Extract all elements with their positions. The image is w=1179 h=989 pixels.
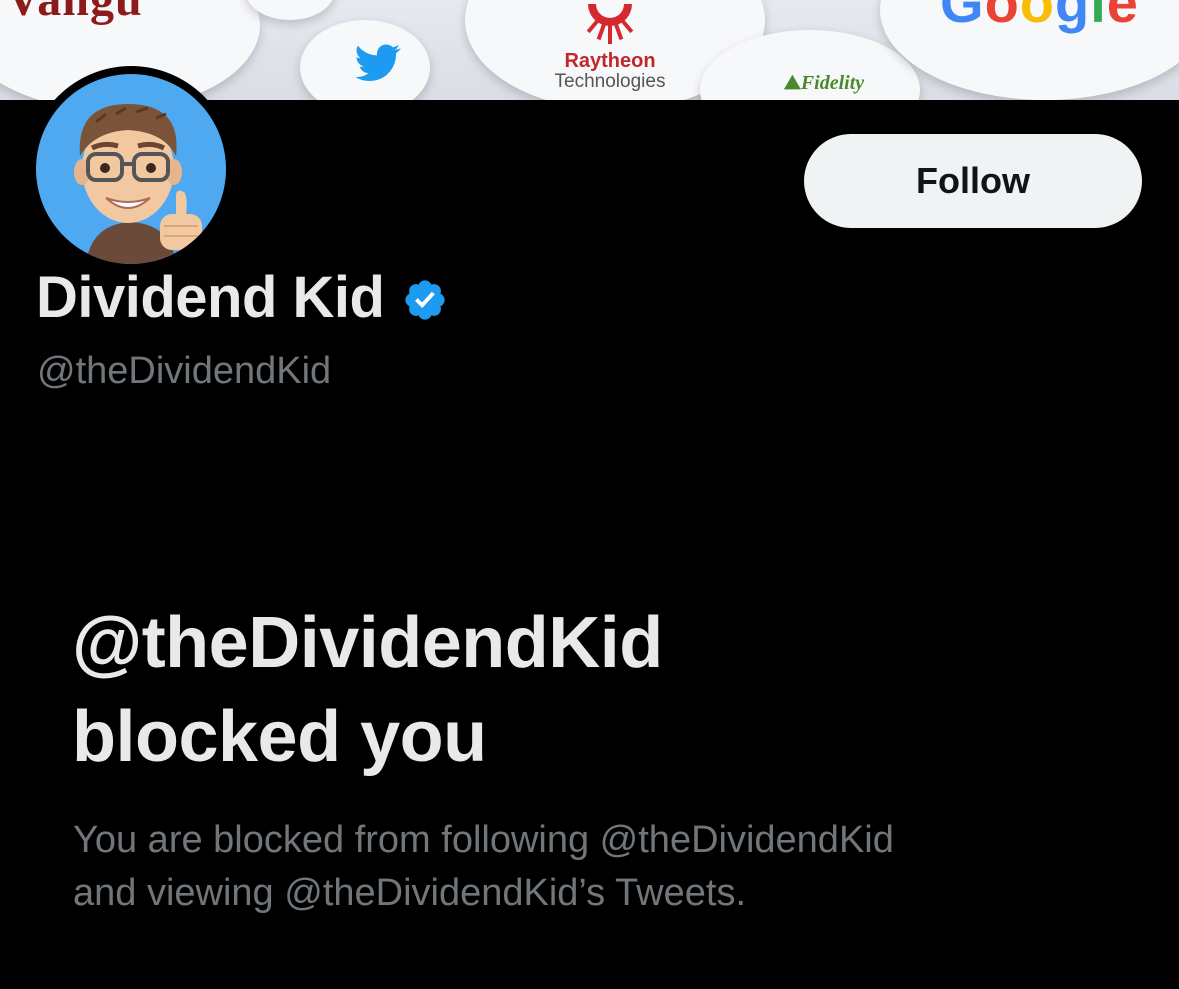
blocked-description-line1: You are blocked from following @theDivid… (73, 819, 894, 861)
fidelity-pyramid-icon: ⛰ (784, 72, 801, 94)
fidelity-logo: ⛰Fidelity (784, 72, 865, 94)
raytheon-logo-icon (586, 4, 634, 44)
blocked-description-line2: and viewing @theDividendKid’s Tweets. (73, 872, 746, 914)
blocked-title-line2: blocked you (72, 697, 487, 777)
google-logo: Google (940, 0, 1139, 34)
memoji-avatar-icon (36, 74, 226, 264)
raytheon-logo-name: Raytheon (564, 50, 656, 72)
twitter-bird-icon (355, 44, 401, 82)
follow-button[interactable]: Follow (804, 134, 1142, 228)
blocked-title-line1: @theDividendKid (72, 603, 663, 683)
profile-avatar[interactable] (28, 66, 234, 272)
display-name-text: Dividend Kid (36, 265, 385, 330)
profile-display-name: Dividend Kid (36, 264, 448, 331)
blocked-title: @theDividendKid blocked you (72, 596, 1122, 784)
raytheon-logo-subtitle: Technologies (554, 71, 666, 92)
blocked-description: You are blocked from following @theDivid… (73, 814, 1133, 920)
vanguard-logo: Vangu (6, 0, 143, 27)
profile-handle: @theDividendKid (37, 350, 332, 392)
verified-badge-icon[interactable] (402, 277, 448, 323)
